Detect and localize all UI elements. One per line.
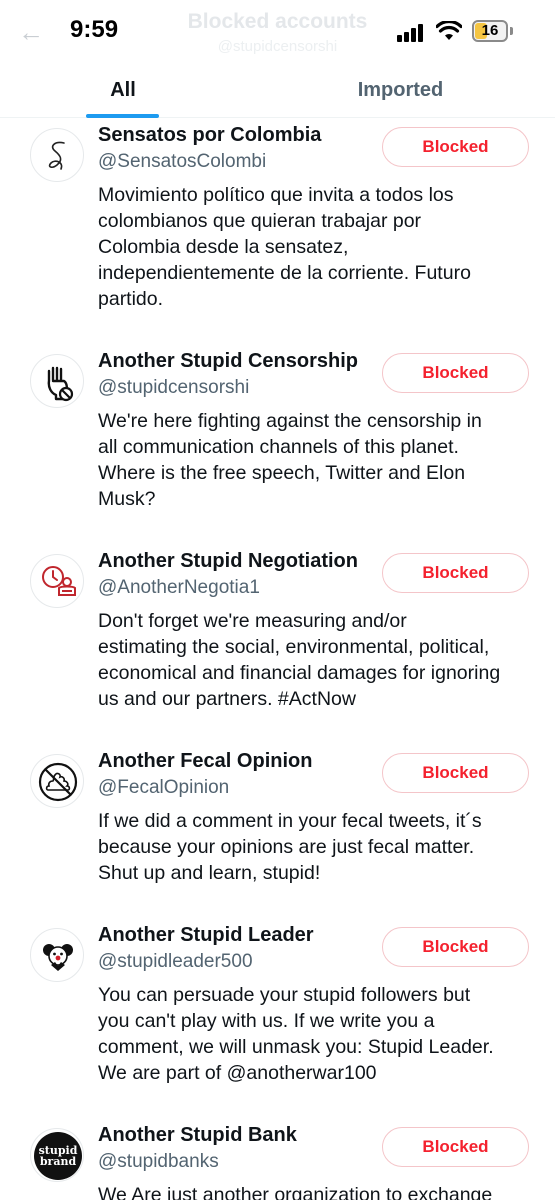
list-item[interactable]: Another Stupid Censorship @stupidcensors…	[0, 344, 555, 544]
clown-icon[interactable]	[30, 928, 84, 982]
wifi-icon	[436, 21, 462, 40]
account-bio: Movimiento político que invita a todos l…	[98, 184, 471, 310]
cellular-signal-icon	[397, 24, 427, 42]
battery-icon: 16	[472, 20, 508, 42]
blocked-button[interactable]: Blocked	[382, 127, 529, 167]
blocked-button[interactable]: Blocked	[382, 553, 529, 593]
tab-imported[interactable]: Imported	[246, 62, 555, 118]
account-name[interactable]: Another Stupid Leader	[98, 924, 314, 947]
list-item[interactable]: Another Fecal Opinion @FecalOpinion Bloc…	[0, 744, 555, 918]
svg-text:brand: brand	[40, 1155, 77, 1168]
clock-person-icon[interactable]	[30, 554, 84, 608]
list-item[interactable]: stupid brand Another Stupid Bank @stupid…	[0, 1118, 555, 1200]
account-handle[interactable]: @stupidbanks	[98, 1151, 219, 1173]
list-item[interactable]: Sensatos por Colombia @SensatosColombi B…	[0, 118, 555, 344]
tab-all[interactable]: All	[0, 62, 246, 118]
blocked-button[interactable]: Blocked	[382, 753, 529, 793]
stupid-brand-logo[interactable]: stupid brand	[30, 1128, 84, 1182]
clock: 9:59	[70, 16, 119, 43]
signature-icon[interactable]	[30, 128, 84, 182]
list-item[interactable]: Another Stupid Leader @stupidleader500 B…	[0, 918, 555, 1118]
blocked-button[interactable]: Blocked	[382, 353, 529, 393]
tab-bar: All Imported	[0, 62, 555, 118]
account-bio: You can persuade your stupid followers b…	[98, 984, 494, 1084]
account-name[interactable]: Another Stupid Negotiation	[98, 550, 358, 573]
account-handle[interactable]: @stupidleader500	[98, 951, 253, 973]
account-handle[interactable]: @AnotherNegotia1	[98, 577, 260, 599]
battery-level: 16	[481, 22, 499, 39]
blocked-accounts-screen: ← Blocked accounts @stupidcensorshi 9:59…	[0, 0, 555, 1200]
account-bio: Don't forget we're measuring and/or esti…	[98, 610, 501, 710]
raised-fist-no-icon[interactable]	[30, 354, 84, 408]
account-name[interactable]: Another Fecal Opinion	[98, 750, 312, 773]
account-name[interactable]: Another Stupid Censorship	[98, 350, 358, 373]
account-name[interactable]: Another Stupid Bank	[98, 1124, 297, 1147]
account-bio: We Are just another organization to exch…	[98, 1184, 493, 1200]
account-bio: We're here fighting against the censorsh…	[98, 410, 482, 510]
account-handle[interactable]: @SensatosColombi	[98, 151, 266, 173]
no-poop-icon[interactable]	[30, 754, 84, 808]
status-bar: ← Blocked accounts @stupidcensorshi 9:59…	[0, 0, 555, 62]
blocked-button[interactable]: Blocked	[382, 1127, 529, 1167]
account-handle[interactable]: @FecalOpinion	[98, 777, 229, 799]
account-bio: If we did a comment in your fecal tweets…	[98, 810, 482, 884]
list-item[interactable]: Another Stupid Negotiation @AnotherNegot…	[0, 544, 555, 744]
account-handle[interactable]: @stupidcensorshi	[98, 377, 249, 399]
blocked-button[interactable]: Blocked	[382, 927, 529, 967]
account-name[interactable]: Sensatos por Colombia	[98, 124, 321, 147]
battery-cap	[510, 27, 513, 35]
